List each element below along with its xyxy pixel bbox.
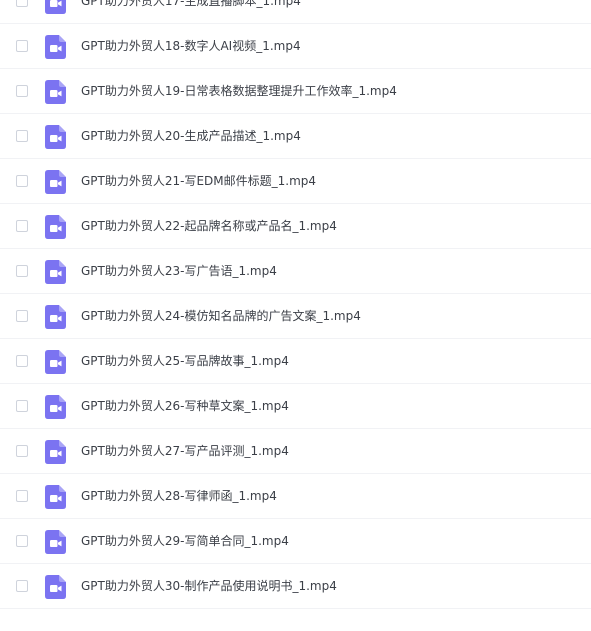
file-name[interactable]: GPT助力外贸人22-起品牌名称或产品名_1.mp4 [81,204,337,249]
row-checkbox[interactable] [16,265,28,277]
video-file-icon [45,305,66,329]
file-name[interactable]: GPT助力外贸人20-生成产品描述_1.mp4 [81,114,301,159]
file-name[interactable]: GPT助力外贸人24-模仿知名品牌的广告文案_1.mp4 [81,294,361,339]
file-name[interactable]: GPT助力外贸人28-写律师函_1.mp4 [81,474,277,519]
file-row[interactable]: GPT助力外贸人26-写种草文案_1.mp4 [0,384,591,429]
row-checkbox[interactable] [16,400,28,412]
video-file-icon [45,35,66,59]
file-name[interactable]: GPT助力外贸人27-写产品评测_1.mp4 [81,429,289,474]
file-rows: GPT助力外贸人17-生成直播脚本_1.mp4 GPT助力外贸人18-数字人AI… [0,0,591,609]
row-checkbox[interactable] [16,175,28,187]
row-checkbox[interactable] [16,490,28,502]
row-checkbox[interactable] [16,130,28,142]
row-checkbox[interactable] [16,535,28,547]
file-name[interactable]: GPT助力外贸人25-写品牌故事_1.mp4 [81,339,289,384]
row-checkbox[interactable] [16,220,28,232]
file-row[interactable]: GPT助力外贸人18-数字人AI视频_1.mp4 [0,24,591,69]
video-file-icon [45,350,66,374]
row-checkbox[interactable] [16,85,28,97]
video-file-icon [45,440,66,464]
video-file-icon [45,0,66,14]
file-name[interactable]: GPT助力外贸人29-写简单合同_1.mp4 [81,519,289,564]
file-row[interactable]: GPT助力外贸人17-生成直播脚本_1.mp4 [0,0,591,24]
file-row[interactable]: GPT助力外贸人24-模仿知名品牌的广告文案_1.mp4 [0,294,591,339]
row-checkbox[interactable] [16,445,28,457]
video-file-icon [45,215,66,239]
file-row[interactable]: GPT助力外贸人20-生成产品描述_1.mp4 [0,114,591,159]
file-row[interactable]: GPT助力外贸人30-制作产品使用说明书_1.mp4 [0,564,591,609]
row-checkbox[interactable] [16,0,28,7]
video-file-icon [45,260,66,284]
file-row[interactable]: GPT助力外贸人19-日常表格数据整理提升工作效率_1.mp4 [0,69,591,114]
video-file-icon [45,125,66,149]
file-row[interactable]: GPT助力外贸人25-写品牌故事_1.mp4 [0,339,591,384]
file-row[interactable]: GPT助力外贸人21-写EDM邮件标题_1.mp4 [0,159,591,204]
video-file-icon [45,80,66,104]
file-name[interactable]: GPT助力外贸人17-生成直播脚本_1.mp4 [81,0,301,24]
file-name[interactable]: GPT助力外贸人30-制作产品使用说明书_1.mp4 [81,564,337,609]
video-file-icon [45,395,66,419]
video-file-icon [45,575,66,599]
file-name[interactable]: GPT助力外贸人26-写种草文案_1.mp4 [81,384,289,429]
video-file-icon [45,170,66,194]
file-name[interactable]: GPT助力外贸人23-写广告语_1.mp4 [81,249,277,294]
file-row[interactable]: GPT助力外贸人27-写产品评测_1.mp4 [0,429,591,474]
file-row[interactable]: GPT助力外贸人22-起品牌名称或产品名_1.mp4 [0,204,591,249]
video-file-icon [45,485,66,509]
file-name[interactable]: GPT助力外贸人18-数字人AI视频_1.mp4 [81,24,301,69]
file-row[interactable]: GPT助力外贸人28-写律师函_1.mp4 [0,474,591,519]
row-checkbox[interactable] [16,580,28,592]
row-checkbox[interactable] [16,355,28,367]
file-row[interactable]: GPT助力外贸人23-写广告语_1.mp4 [0,249,591,294]
row-checkbox[interactable] [16,310,28,322]
video-file-icon [45,530,66,554]
file-row[interactable]: GPT助力外贸人29-写简单合同_1.mp4 [0,519,591,564]
file-list: GPT助力外贸人17-生成直播脚本_1.mp4 GPT助力外贸人18-数字人AI… [0,0,591,631]
row-checkbox[interactable] [16,40,28,52]
file-name[interactable]: GPT助力外贸人21-写EDM邮件标题_1.mp4 [81,159,316,204]
file-name[interactable]: GPT助力外贸人19-日常表格数据整理提升工作效率_1.mp4 [81,69,397,114]
